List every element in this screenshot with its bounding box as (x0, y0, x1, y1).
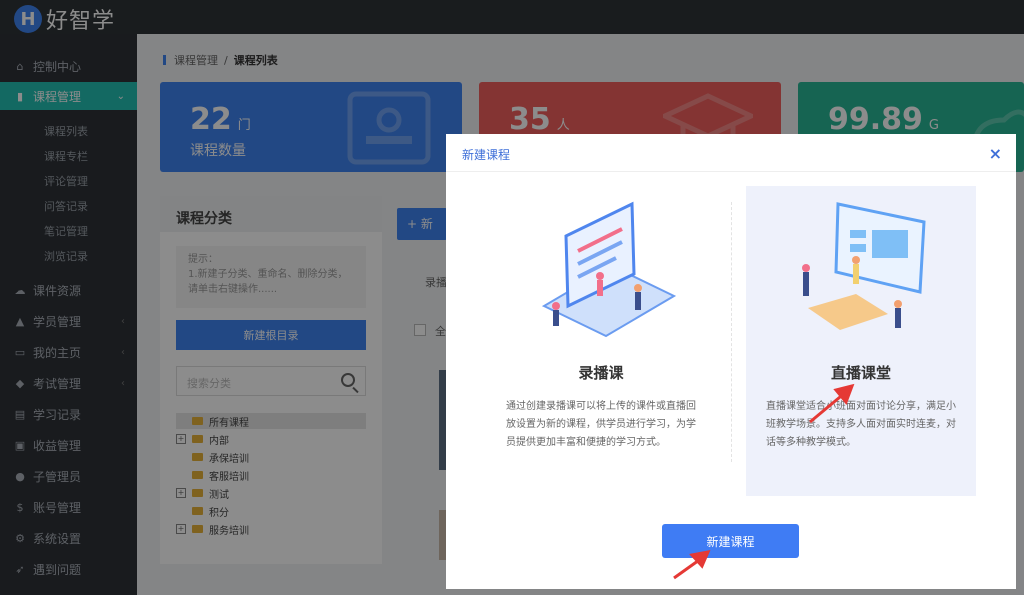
annotation-arrows (673, 383, 855, 580)
annotation-arrow-icon (673, 550, 711, 580)
annotation-arrow-icon (809, 383, 855, 424)
